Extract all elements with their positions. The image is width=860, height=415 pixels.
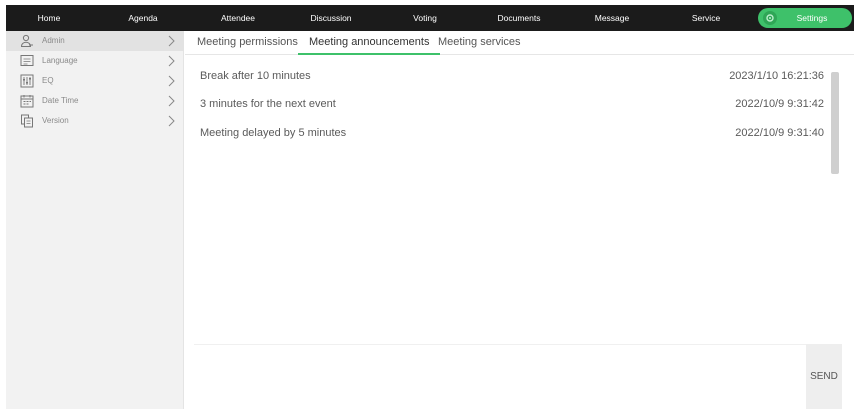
sidebar-item-admin[interactable]: Admin	[6, 31, 184, 51]
sidebar-item-label: Language	[42, 56, 78, 65]
list-item[interactable]: 3 minutes for the next event 2022/10/9 9…	[194, 90, 834, 118]
nav-agenda[interactable]: Agenda	[121, 5, 165, 31]
settings-label: Settings	[796, 13, 828, 23]
nav-voting[interactable]: Voting	[405, 5, 445, 31]
send-button[interactable]: SEND	[806, 344, 842, 409]
sidebar-item-eq[interactable]: EQ	[6, 71, 184, 91]
announcement-time: 2023/1/10 16:21:36	[729, 70, 824, 82]
announcement-list: Break after 10 minutes 2023/1/10 16:21:3…	[194, 62, 838, 342]
nav-home[interactable]: Home	[28, 5, 70, 31]
announcement-text: 3 minutes for the next event	[200, 98, 336, 110]
nav-message[interactable]: Message	[587, 5, 637, 31]
language-icon	[20, 54, 34, 68]
nav-discussion[interactable]: Discussion	[304, 5, 358, 31]
sidebar-item-version[interactable]: Version	[6, 111, 184, 131]
chevron-right-icon	[166, 34, 176, 48]
chevron-right-icon	[166, 94, 176, 108]
sidebar-item-label: Version	[42, 116, 69, 125]
app-window: Home Agenda Attendee Discussion Voting D…	[0, 0, 860, 415]
list-item[interactable]: Meeting delayed by 5 minutes 2022/10/9 9…	[194, 119, 834, 147]
nav-service[interactable]: Service	[683, 5, 729, 31]
nav-settings[interactable]: Settings	[758, 8, 852, 28]
announcement-text: Meeting delayed by 5 minutes	[200, 127, 347, 139]
sidebar-item-label: Admin	[42, 36, 65, 45]
sidebar-item-label: EQ	[42, 76, 54, 85]
announcement-text: Break after 10 minutes	[200, 70, 311, 82]
announcement-input-area[interactable]	[194, 344, 806, 409]
chevron-right-icon	[166, 74, 176, 88]
sidebar-item-label: Date Time	[42, 96, 79, 105]
announcement-time: 2022/10/9 9:31:42	[735, 98, 824, 110]
list-item[interactable]: Break after 10 minutes 2023/1/10 16:21:3…	[194, 62, 834, 90]
chevron-right-icon	[166, 114, 176, 128]
sidebar: Admin Language EQ Date Time Version	[6, 31, 184, 409]
list-scrollbar[interactable]	[829, 62, 841, 344]
scroll-up-icon[interactable]	[831, 64, 839, 77]
admin-icon	[20, 34, 34, 48]
tab-bar: Meeting permissions Meeting announcement…	[185, 31, 854, 55]
chevron-right-icon	[166, 54, 176, 68]
announcement-time: 2022/10/9 9:31:40	[735, 127, 824, 139]
sidebar-item-date-time[interactable]: Date Time	[6, 91, 184, 111]
scroll-thumb[interactable]	[831, 72, 839, 174]
tab-meeting-services[interactable]: Meeting services	[438, 31, 521, 55]
nav-documents[interactable]: Documents	[489, 5, 549, 31]
tab-meeting-permissions[interactable]: Meeting permissions	[197, 31, 298, 55]
gear-icon	[763, 11, 777, 25]
calendar-icon	[20, 94, 34, 108]
top-nav: Home Agenda Attendee Discussion Voting D…	[6, 5, 854, 31]
version-icon	[20, 114, 34, 128]
sidebar-item-language[interactable]: Language	[6, 51, 184, 71]
nav-attendee[interactable]: Attendee	[213, 5, 263, 31]
announcement-input[interactable]	[194, 345, 806, 409]
tab-meeting-announcements[interactable]: Meeting announcements	[298, 31, 441, 55]
eq-icon	[20, 74, 34, 88]
